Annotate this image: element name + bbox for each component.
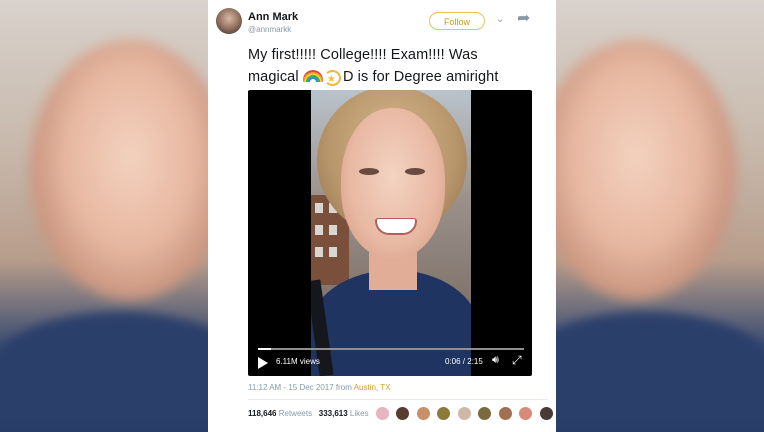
smile [375, 218, 417, 235]
liker-avatar[interactable] [416, 407, 430, 420]
blurred-shirt [556, 312, 764, 432]
retweets-label[interactable]: Retweets [279, 409, 312, 418]
tweet-card: Ann Mark @annmarkk Follow ⌄ ➦ My first!!… [208, 0, 556, 432]
liker-avatar[interactable] [376, 407, 389, 420]
video-time: 0:06 / 2:15 [445, 357, 483, 366]
blurred-face [556, 40, 736, 300]
volume-icon[interactable]: 🔊︎ [492, 354, 499, 367]
rainbow-icon [302, 70, 323, 82]
window [315, 247, 323, 257]
progress-bar[interactable] [258, 348, 524, 350]
tweet-text: My first!!!!! College!!!! Exam!!!! Was m… [248, 44, 548, 91]
eye [405, 168, 425, 175]
share-icon[interactable]: ➦ [517, 8, 530, 28]
tweet-meta: 11:12 AM - 15 Dec 2017 from Austin, TX [248, 383, 390, 392]
tweet-text-word: magical [248, 69, 299, 85]
blurred-shirt [0, 312, 208, 432]
face [341, 108, 445, 258]
play-icon[interactable] [258, 357, 268, 369]
view-count: 6.11M views [276, 357, 320, 366]
eye [359, 168, 379, 175]
liker-avatars [376, 407, 556, 425]
blurred-background-left [0, 0, 208, 432]
window [315, 225, 323, 235]
liker-avatar[interactable] [457, 407, 471, 420]
liker-avatar[interactable] [519, 407, 533, 420]
window [329, 247, 337, 257]
blurred-face [30, 40, 208, 300]
video-frame[interactable] [311, 90, 471, 376]
liker-avatar[interactable] [498, 407, 512, 420]
divider [248, 399, 548, 400]
timestamp[interactable]: 11:12 AM - 15 Dec 2017 from [248, 383, 352, 392]
progress-fill [258, 348, 272, 350]
follow-button[interactable]: Follow [429, 12, 485, 30]
likes-label[interactable]: Likes [350, 409, 369, 418]
retweets-count[interactable]: 118,646 [248, 409, 276, 418]
video-controls: 6.11M views 0:06 / 2:15 🔊︎ ⤢ [248, 344, 532, 376]
blurred-background-right [556, 0, 764, 432]
tweet-text-line2: D is for Degree amiright [342, 69, 499, 85]
fullscreen-icon[interactable]: ⤢ [512, 353, 522, 368]
author-handle[interactable]: @annmarkk [248, 25, 291, 34]
liker-avatar[interactable] [437, 407, 451, 420]
dizzy-icon [323, 68, 341, 91]
window [329, 225, 337, 235]
location-link[interactable]: Austin, TX [354, 383, 391, 392]
likes-count[interactable]: 333,613 [319, 409, 348, 418]
liker-avatar[interactable] [539, 407, 553, 420]
video-player[interactable]: 6.11M views 0:06 / 2:15 🔊︎ ⤢ [248, 90, 532, 376]
author-name[interactable]: Ann Mark [248, 11, 298, 23]
avatar[interactable] [216, 8, 242, 34]
window [315, 203, 323, 213]
tweet-text-line1: My first!!!!! College!!!! Exam!!!! Was [248, 47, 478, 63]
liker-avatar[interactable] [478, 407, 492, 420]
liker-avatar[interactable] [396, 407, 410, 420]
tweet-stats: 118,646 Retweets 333,613 Likes [248, 409, 369, 418]
chevron-down-icon[interactable]: ⌄ [496, 14, 504, 25]
